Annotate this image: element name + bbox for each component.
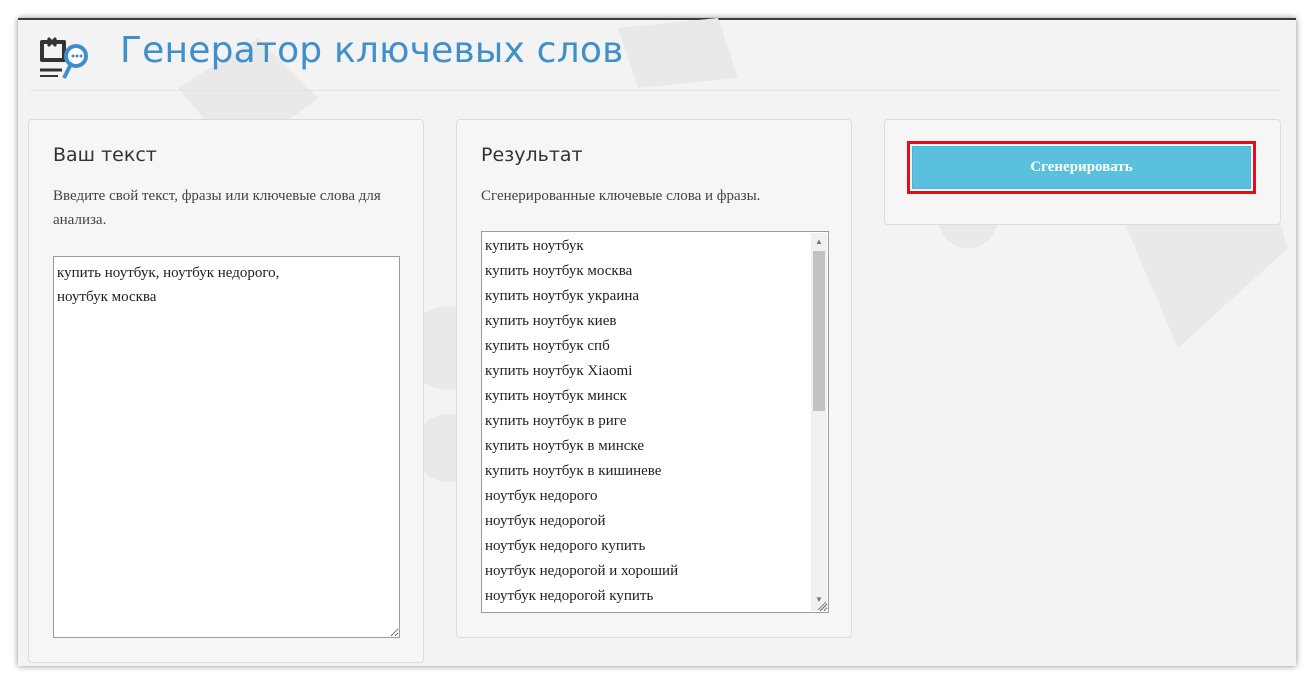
generate-button[interactable]: Сгенерировать: [912, 146, 1251, 189]
scroll-down-arrow-icon[interactable]: ▼: [811, 593, 827, 607]
result-item: ноутбук недорогой: [485, 513, 606, 529]
source-text-input[interactable]: [53, 256, 400, 638]
input-panel-title: Ваш текст: [53, 144, 157, 166]
result-item: ноутбук недорогой купить: [485, 588, 654, 604]
result-panel: Результат Сгенерированные ключевые слова…: [456, 119, 852, 638]
result-panel-title: Результат: [481, 144, 583, 166]
result-item: ноутбук недорого купить: [485, 538, 646, 554]
page-title: Генератор ключевых слов: [120, 30, 624, 71]
result-item: ноутбук недорогой и хороший: [485, 563, 679, 579]
result-scrollbar[interactable]: ▲ ▼: [811, 233, 827, 611]
top-border: [18, 18, 1296, 20]
generate-button-highlight: Сгенерировать: [907, 141, 1256, 194]
result-item: купить ноутбук украина: [485, 288, 640, 304]
scroll-thumb[interactable]: [813, 251, 825, 411]
result-item: купить ноутбук в риге: [485, 413, 627, 429]
result-item: купить ноутбук в кишиневе: [485, 463, 662, 479]
result-item: купить ноутбук спб: [485, 338, 610, 354]
result-item: купить ноутбук: [485, 238, 584, 254]
page-header: Генератор ключевых слов: [30, 24, 1280, 91]
scroll-up-arrow-icon[interactable]: ▲: [811, 235, 827, 249]
result-item: купить ноутбук в минске: [485, 438, 644, 454]
result-item: купить ноутбук минск: [485, 388, 627, 404]
input-panel-description: Введите свой текст, фразы или ключевые с…: [53, 188, 381, 228]
result-item: купить ноутбук киев: [485, 313, 617, 329]
input-panel: Ваш текст Введите свой текст, фразы или …: [28, 119, 424, 663]
keyword-generator-logo-icon: [40, 36, 88, 79]
result-list: купить ноутбук купить ноутбук москва купит…: [485, 234, 678, 609]
result-output[interactable]: купить ноутбук купить ноутбук москва купит…: [481, 231, 829, 613]
result-panel-description: Сгенерированные ключевые слова и фразы.: [481, 188, 761, 204]
resize-grip-icon[interactable]: [816, 600, 826, 610]
result-item: ноутбук недорого: [485, 488, 598, 504]
result-item: купить ноутбук москва: [485, 263, 633, 279]
result-item: купить ноутбук Xiaomi: [485, 363, 633, 379]
app-window: Генератор ключевых слов Ваш текст Введит…: [18, 18, 1296, 666]
